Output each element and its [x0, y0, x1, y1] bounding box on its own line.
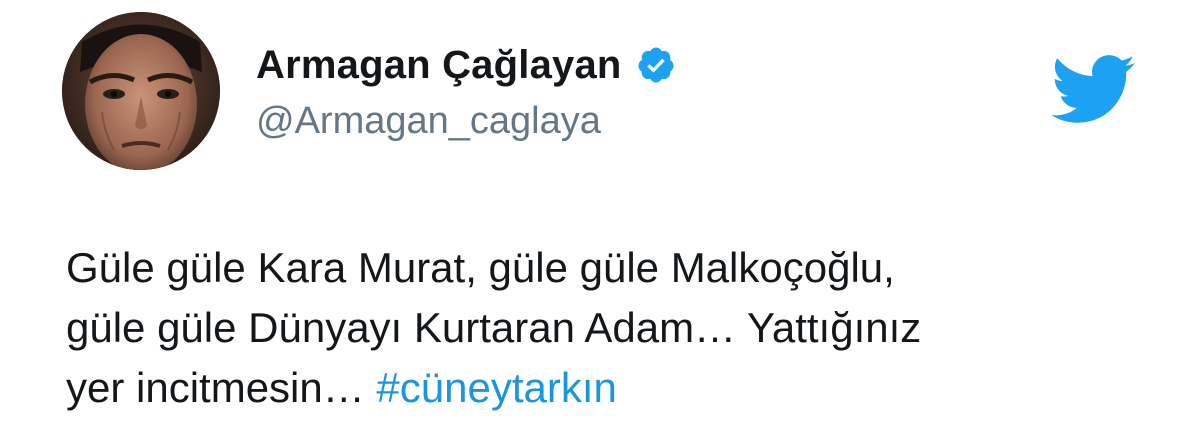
verified-badge-icon	[636, 45, 676, 85]
tweet-text-line-3: yer incitmesin… #cüneytarkın	[66, 358, 1166, 418]
avatar[interactable]	[62, 12, 220, 170]
author-name-row: Armagan Çağlayan	[256, 38, 676, 92]
twitter-bird-icon[interactable]	[1048, 52, 1136, 126]
hashtag-link[interactable]: #cüneytarkın	[376, 364, 616, 411]
user-handle[interactable]: @Armagan_caglaya	[256, 100, 601, 143]
tweet-text-line-2: güle güle Dünyayı Kurtaran Adam… Yattığı…	[66, 304, 922, 351]
display-name[interactable]: Armagan Çağlayan	[256, 43, 622, 88]
tweet-text-line-3-body: yer incitmesin…	[66, 364, 365, 411]
tweet-text-line-1: Güle güle Kara Murat, güle güle Malkoçoğ…	[66, 244, 895, 291]
profile-photo	[62, 12, 220, 170]
tweet-text: Güle güle Kara Murat, güle güle Malkoçoğ…	[66, 238, 1166, 418]
tweet-card: Armagan Çağlayan @Armagan_caglaya Güle g…	[0, 0, 1200, 447]
